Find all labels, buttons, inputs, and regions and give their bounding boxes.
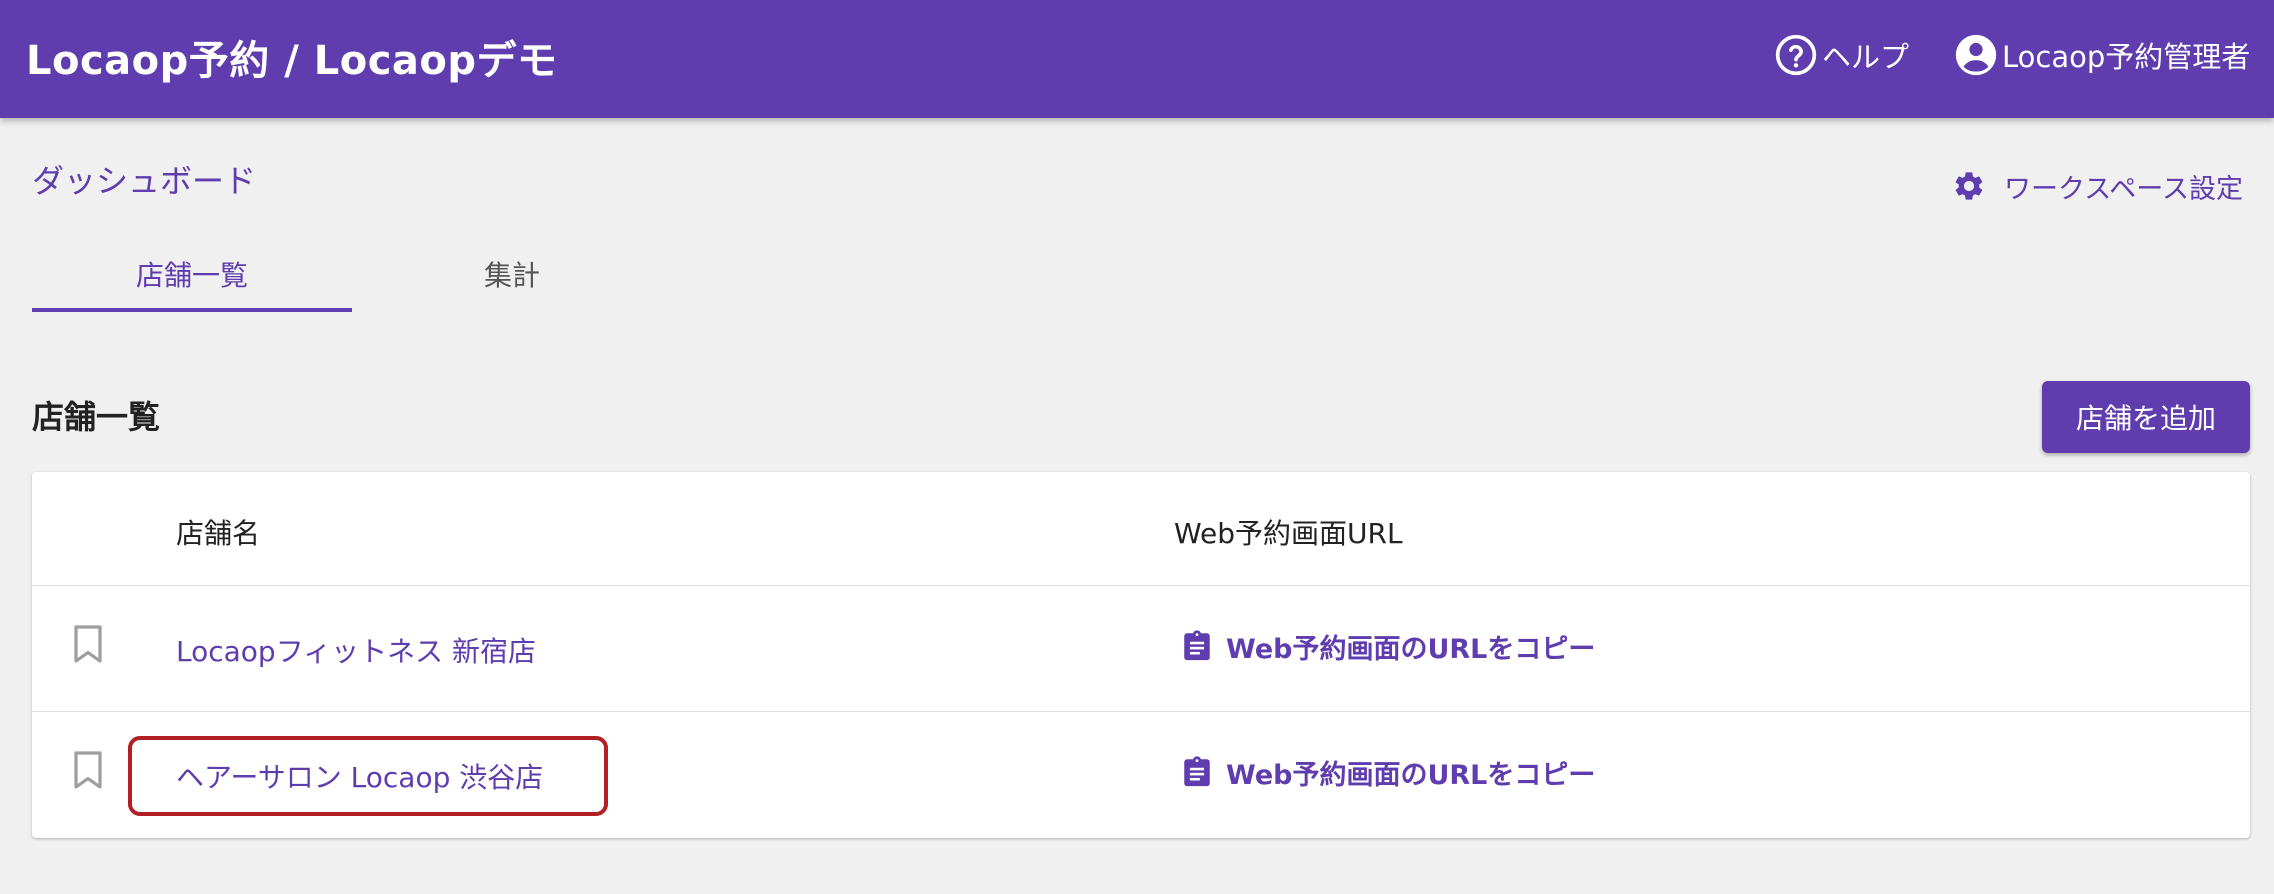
column-header-store-name: 店舗名 bbox=[176, 517, 261, 550]
copy-url-label: Web予約画面のURLをコピー bbox=[1226, 633, 1596, 665]
column-header-web-url: Web予約画面URL bbox=[1174, 517, 1403, 550]
bookmark-outline-icon[interactable] bbox=[72, 750, 104, 794]
help-circle-icon bbox=[1774, 33, 1818, 77]
account-circle-icon bbox=[1954, 33, 1998, 77]
store-name-link[interactable]: Locaopフィットネス 新宿店 bbox=[176, 630, 536, 670]
user-menu-button[interactable]: Locaop予約管理者 bbox=[1954, 30, 2250, 80]
clipboard-icon bbox=[1180, 754, 1214, 790]
store-table: 店舗名 Web予約画面URL Locaopフィットネス 新宿店 Web予約画面の… bbox=[32, 472, 2250, 838]
copy-url-label: Web予約画面のURLをコピー bbox=[1226, 759, 1596, 791]
copy-url-button[interactable]: Web予約画面のURLをコピー bbox=[1180, 626, 1595, 666]
workspace-settings-link[interactable]: ワークスペース設定 bbox=[1952, 166, 2243, 206]
workspace-settings-label: ワークスペース設定 bbox=[2004, 173, 2243, 205]
app-title: Locaop予約 / Locaopデモ bbox=[26, 38, 558, 84]
store-name-link[interactable]: ヘアーサロン Locaop 渋谷店 bbox=[176, 756, 543, 796]
copy-url-button[interactable]: Web予約画面のURLをコピー bbox=[1180, 752, 1595, 792]
table-row: ヘアーサロン Locaop 渋谷店 Web予約画面のURLをコピー bbox=[32, 712, 2250, 838]
dashboard-tabs: 店舗一覧 集計 bbox=[32, 236, 672, 312]
tab-label: 店舗一覧 bbox=[135, 259, 248, 292]
add-store-button[interactable]: 店舗を追加 bbox=[2042, 381, 2250, 453]
page-title: ダッシュボード bbox=[32, 162, 257, 200]
tab-store-list[interactable]: 店舗一覧 bbox=[32, 236, 352, 312]
table-header: 店舗名 Web予約画面URL bbox=[32, 472, 2250, 586]
bookmark-outline-icon[interactable] bbox=[72, 624, 104, 668]
clipboard-icon bbox=[1180, 628, 1214, 664]
user-label: Locaop予約管理者 bbox=[2002, 40, 2251, 74]
gear-icon bbox=[1952, 169, 1986, 203]
help-button[interactable]: ヘルプ bbox=[1774, 30, 1909, 80]
active-tab-indicator bbox=[32, 308, 352, 312]
tab-summary[interactable]: 集計 bbox=[352, 236, 672, 312]
table-row: Locaopフィットネス 新宿店 Web予約画面のURLをコピー bbox=[32, 586, 2250, 712]
section-title: 店舗一覧 bbox=[32, 398, 161, 436]
tab-label: 集計 bbox=[483, 259, 540, 292]
help-label: ヘルプ bbox=[1822, 40, 1910, 74]
app-bar: Locaop予約 / Locaopデモ ヘルプ Locaop予約管理者 bbox=[0, 0, 2274, 118]
